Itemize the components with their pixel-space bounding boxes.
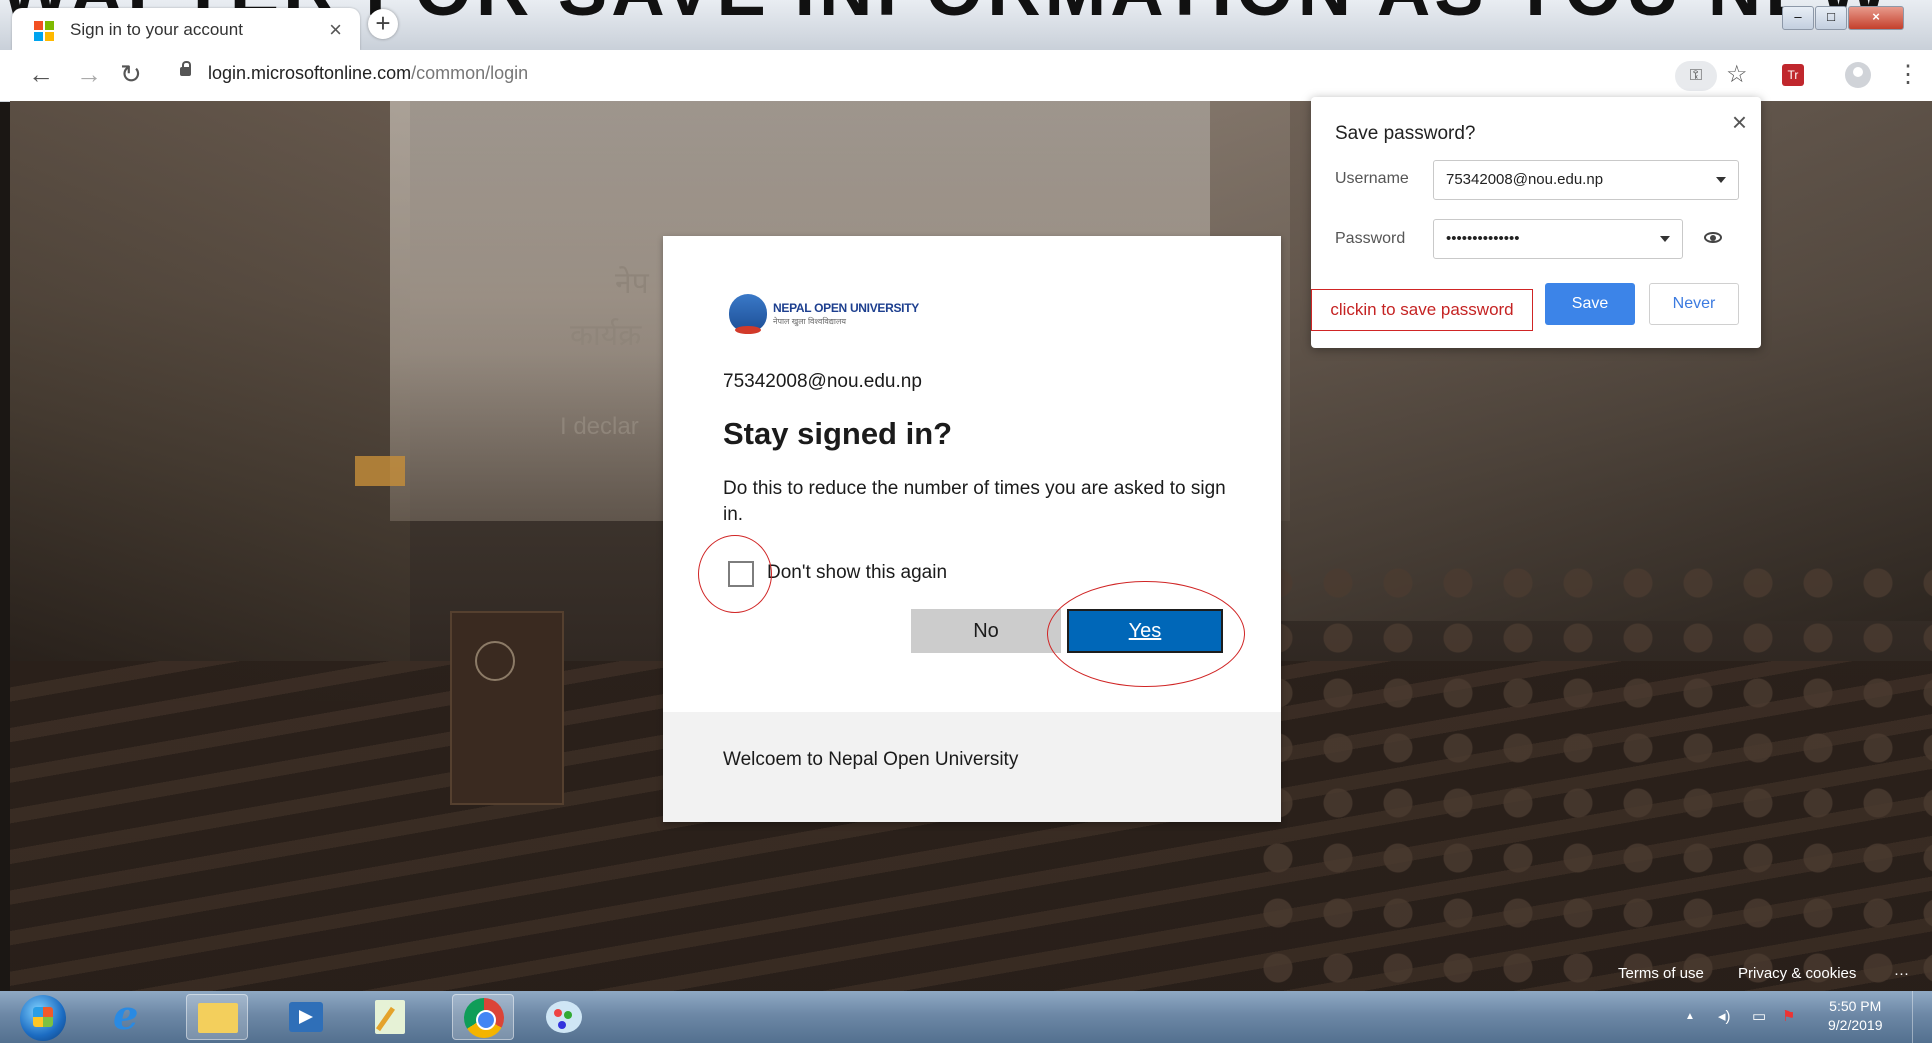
no-button[interactable]: No bbox=[911, 609, 1061, 653]
back-icon[interactable]: ← bbox=[28, 60, 54, 88]
clock-date: 9/2/2019 bbox=[1828, 1017, 1883, 1033]
logo-subtitle: नेपाल खुला विश्वविद्यालय bbox=[773, 317, 847, 326]
maximize-button[interactable]: □ bbox=[1815, 6, 1847, 30]
reload-icon[interactable]: ↻ bbox=[120, 60, 142, 88]
save-password-title: Save password? bbox=[1335, 123, 1476, 144]
new-tab-button[interactable]: + bbox=[368, 9, 398, 39]
star-icon[interactable]: ☆ bbox=[1726, 60, 1748, 90]
explorer-taskbar-button[interactable] bbox=[186, 994, 248, 1040]
media-player-icon bbox=[289, 1002, 323, 1032]
windows-taskbar: e ▲ ◂) ▭ ⚑ 5:50 PM 9/2/2019 bbox=[0, 991, 1932, 1043]
folder-icon bbox=[198, 1003, 238, 1033]
menu-icon[interactable]: ⋮ bbox=[1896, 60, 1920, 90]
annotation-circle-yes bbox=[1047, 581, 1245, 687]
close-window-button[interactable]: × bbox=[1848, 6, 1904, 30]
forward-icon[interactable]: → bbox=[76, 60, 102, 88]
notepad-taskbar-button[interactable] bbox=[359, 994, 421, 1040]
account-email: 75342008@nou.edu.np bbox=[723, 371, 922, 392]
microsoft-logo-icon bbox=[34, 21, 54, 41]
notepad-icon bbox=[375, 1000, 405, 1034]
footer-message: Welcoem to Nepal Open University bbox=[723, 749, 1019, 770]
tab-close-icon[interactable]: × bbox=[329, 17, 342, 43]
chrome-taskbar-button[interactable] bbox=[452, 994, 514, 1040]
media-player-taskbar-button[interactable] bbox=[275, 994, 337, 1040]
password-label: Password bbox=[1335, 230, 1406, 247]
terms-of-use-link[interactable]: Terms of use bbox=[1618, 965, 1704, 982]
stay-signed-in-dialog: NEPAL OPEN UNIVERSITY नेपाल खुला विश्ववि… bbox=[663, 236, 1281, 822]
hall-left-wall bbox=[10, 101, 410, 701]
url-host: login.microsoftonline.com bbox=[208, 63, 412, 83]
username-select[interactable]: 75342008@nou.edu.np bbox=[1433, 160, 1739, 200]
wall-frame bbox=[355, 456, 405, 486]
wall-text-1: नेप bbox=[615, 267, 649, 300]
chevron-down-icon bbox=[1660, 236, 1670, 242]
paint-taskbar-button[interactable] bbox=[533, 994, 595, 1040]
chrome-icon bbox=[464, 998, 504, 1038]
username-value: 75342008@nou.edu.np bbox=[1446, 171, 1604, 188]
never-button[interactable]: Never bbox=[1649, 283, 1739, 325]
dialog-footer: Welcoem to Nepal Open University bbox=[663, 712, 1281, 822]
more-options-icon[interactable]: ··· bbox=[1894, 965, 1909, 982]
paint-icon bbox=[546, 1001, 582, 1033]
wall-text-3: I declar bbox=[560, 413, 639, 440]
podium bbox=[450, 611, 564, 805]
start-button[interactable] bbox=[20, 995, 66, 1041]
address-bar[interactable]: login.microsoftonline.com/common/login bbox=[208, 63, 528, 84]
url-path: /common/login bbox=[411, 63, 529, 83]
network-icon[interactable]: ▭ bbox=[1752, 1007, 1766, 1025]
profile-avatar-icon[interactable] bbox=[1845, 62, 1871, 88]
tab-title: Sign in to your account bbox=[70, 20, 243, 39]
show-desktop-button[interactable] bbox=[1912, 991, 1932, 1043]
university-crest-icon bbox=[729, 294, 767, 334]
dont-show-again-label[interactable]: Don't show this again bbox=[767, 562, 947, 584]
ie-icon: e bbox=[113, 992, 139, 1039]
browser-chrome: WAPTER FOR SAVE INFORMATION AS YOU NEW S… bbox=[0, 0, 1932, 102]
nepal-open-university-logo: NEPAL OPEN UNIVERSITY नेपाल खुला विश्ववि… bbox=[729, 294, 919, 334]
podium-seal-icon bbox=[475, 641, 515, 681]
minimize-button[interactable]: – bbox=[1782, 6, 1814, 30]
wall-text-2: कार्यक्र bbox=[570, 319, 642, 352]
annotation-circle-checkbox bbox=[698, 535, 772, 613]
close-icon[interactable]: × bbox=[1732, 107, 1747, 138]
save-password-bubble: Save password? × Username 75342008@nou.e… bbox=[1311, 97, 1761, 348]
save-password-button[interactable]: Save bbox=[1545, 283, 1635, 325]
dialog-heading: Stay signed in? bbox=[723, 416, 953, 451]
tab-strip: WAPTER FOR SAVE INFORMATION AS YOU NEW S… bbox=[0, 0, 1932, 50]
lock-icon bbox=[180, 61, 191, 76]
dialog-description: Do this to reduce the number of times yo… bbox=[723, 478, 1226, 525]
show-hidden-icons-icon[interactable]: ▲ bbox=[1685, 1011, 1695, 1022]
password-value: •••••••••••••• bbox=[1446, 230, 1520, 247]
key-icon[interactable]: ⚿ bbox=[1675, 61, 1717, 91]
privacy-cookies-link[interactable]: Privacy & cookies bbox=[1738, 965, 1856, 982]
extension-icon[interactable]: Tr bbox=[1782, 64, 1804, 86]
tab-sign-in[interactable]: Sign in to your account × bbox=[12, 8, 360, 50]
hall-audience bbox=[1260, 561, 1932, 991]
eye-icon[interactable] bbox=[1704, 232, 1722, 243]
password-select[interactable]: •••••••••••••• bbox=[1433, 219, 1683, 259]
system-clock[interactable]: 5:50 PM 9/2/2019 bbox=[1828, 997, 1883, 1035]
action-center-flag-icon[interactable]: ⚑ bbox=[1782, 1007, 1795, 1025]
logo-name: NEPAL OPEN UNIVERSITY bbox=[773, 301, 919, 315]
username-label: Username bbox=[1335, 170, 1409, 187]
clock-time: 5:50 PM bbox=[1829, 998, 1882, 1014]
volume-icon[interactable]: ◂) bbox=[1718, 1007, 1731, 1025]
ie-taskbar-button[interactable]: e bbox=[103, 992, 165, 1040]
browser-toolbar: ← → ↻ login.microsoftonline.com/common/l… bbox=[0, 50, 1932, 102]
chevron-down-icon bbox=[1716, 177, 1726, 183]
annotation-save-note: clickin to save password bbox=[1311, 289, 1533, 331]
